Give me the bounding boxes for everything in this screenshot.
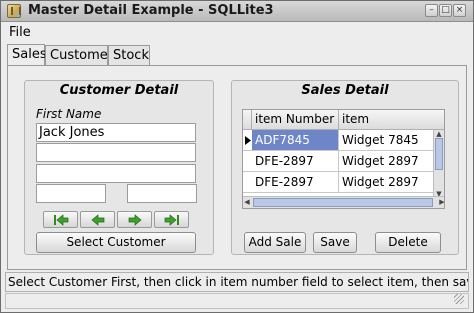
add-sale-button[interactable]: Add Sale [244, 232, 306, 253]
customer-detail-group: Customer Detail First Name Jack Jones Se… [24, 80, 214, 255]
next-record-icon [128, 214, 142, 226]
table-row[interactable]: DFE-2897 Widget 2897 [243, 151, 444, 172]
minimize-button[interactable]: – [425, 4, 438, 17]
table-cell-item[interactable]: Widget 2897 [339, 172, 436, 193]
column-header-item-number[interactable]: item Number [252, 110, 339, 130]
sales-detail-title: Sales Detail [301, 83, 389, 98]
tab-sales[interactable]: Sales [7, 44, 47, 67]
table-cell-item-number[interactable]: ADF7845 [252, 130, 339, 151]
horizontal-scrollbar[interactable]: ◀ ▶ [243, 196, 444, 208]
table-cell-item[interactable]: Widget 2897 [339, 151, 436, 172]
sales-table: item Number item ADF7845 Widget 7845 DFE… [242, 109, 445, 209]
app-icon [7, 4, 21, 18]
vertical-scrollbar[interactable]: ▲ ▼ [433, 130, 444, 198]
table-row[interactable]: DFE-2897 Widget 2897 [243, 172, 444, 193]
tab-customer[interactable]: Customer [45, 45, 113, 66]
title-bar[interactable]: Master Detail Example - SQLLite3 – □ × [1, 1, 473, 22]
scroll-left-icon[interactable]: ◀ [243, 198, 251, 207]
customer-field-2[interactable] [36, 143, 196, 162]
table-cell-item[interactable]: Widget 7845 [339, 130, 436, 151]
save-button[interactable]: Save [313, 232, 357, 253]
secondary-status-bar [5, 293, 469, 309]
tab-stock[interactable]: Stock [108, 45, 150, 66]
first-record-icon [54, 214, 69, 226]
close-button[interactable]: × [453, 4, 466, 17]
last-record-button[interactable] [154, 211, 189, 228]
customer-field-5[interactable] [127, 184, 197, 203]
previous-record-icon [91, 214, 105, 226]
select-customer-button[interactable]: Select Customer [36, 232, 196, 253]
current-row-arrow-icon [245, 136, 251, 145]
table-cell-item-number[interactable]: DFE-2897 [252, 151, 339, 172]
first-name-field[interactable]: Jack Jones [36, 123, 196, 142]
customer-field-4[interactable] [36, 184, 106, 203]
customer-field-3[interactable] [36, 164, 196, 183]
previous-record-button[interactable] [80, 211, 115, 228]
row-indicator [243, 172, 252, 193]
scroll-right-icon[interactable]: ▶ [438, 198, 444, 207]
first-record-button[interactable] [43, 211, 78, 228]
table-cell-item-number[interactable]: DFE-2897 [252, 172, 339, 193]
vertical-scroll-thumb[interactable] [435, 138, 443, 170]
sales-tab-panel: Customer Detail First Name Jack Jones Se… [7, 65, 467, 270]
next-record-button[interactable] [117, 211, 152, 228]
status-bar: Select Customer First, then click in ite… [5, 272, 469, 292]
first-name-label: First Name [36, 107, 102, 121]
maximize-button[interactable]: □ [439, 4, 452, 17]
scroll-up-icon[interactable]: ▲ [435, 130, 443, 138]
customer-detail-title: Customer Detail [59, 83, 179, 98]
menu-file[interactable]: File [9, 25, 31, 40]
horizontal-scroll-thumb[interactable] [253, 198, 433, 207]
resize-grip-icon[interactable] [454, 294, 464, 304]
table-row[interactable]: ADF7845 Widget 7845 [243, 130, 444, 151]
delete-button[interactable]: Delete [375, 232, 441, 253]
sales-detail-group: Sales Detail item Number item ADF7845 Wi… [231, 80, 459, 255]
last-record-icon [164, 214, 179, 226]
row-indicator [243, 130, 252, 151]
main-window: Master Detail Example - SQLLite3 – □ × F… [0, 0, 474, 313]
column-header-item[interactable]: item [339, 110, 444, 130]
table-corner [243, 110, 252, 130]
window-title: Master Detail Example - SQLLite3 [28, 3, 274, 18]
row-indicator [243, 151, 252, 172]
menu-bar: File [2, 23, 472, 43]
